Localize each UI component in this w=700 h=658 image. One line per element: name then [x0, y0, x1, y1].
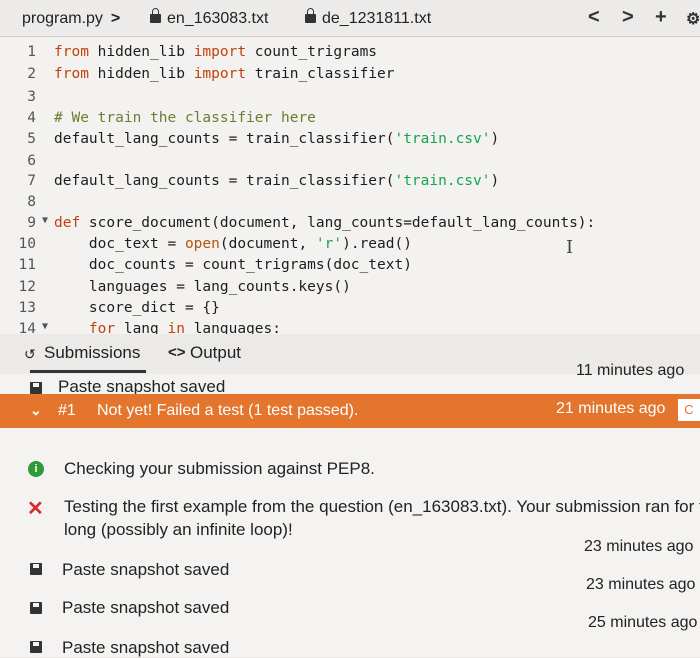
line-number: 12: [18, 279, 36, 295]
line-number: 4: [27, 110, 36, 126]
error-message-line: Testing the first example from the quest…: [64, 497, 700, 516]
lock-icon: [305, 8, 316, 23]
gear-icon[interactable]: ⚙: [686, 9, 700, 29]
chevron-right-icon: >: [110, 10, 121, 27]
tab-program-py[interactable]: program.py >: [22, 10, 120, 28]
code-line: score_dict = {}: [54, 300, 220, 316]
code-line: languages = lang_counts.keys(): [54, 279, 351, 295]
pep8-check-message: Checking your submission against PEP8.: [64, 459, 375, 478]
snapshot-time: 23 minutes ago: [584, 538, 694, 555]
line-number: 13: [18, 300, 36, 316]
tab-output[interactable]: Output: [190, 343, 241, 363]
history-icon: ↺: [24, 346, 36, 362]
lock-icon: [150, 8, 161, 23]
next-tab-button[interactable]: >: [622, 6, 634, 29]
code-line: default_lang_counts = train_classifier('…: [54, 131, 500, 147]
line-number: 10: [18, 236, 36, 252]
line-number: 14 ▼: [18, 321, 48, 334]
code-line: from hidden_lib import count_trigrams: [54, 44, 378, 60]
add-tab-button[interactable]: +: [655, 6, 667, 29]
line-number: 9 ▼: [27, 215, 48, 231]
submission-status: Not yet! Failed a test (1 test passed).: [97, 402, 359, 419]
snapshot-label: Paste snapshot saved: [62, 598, 230, 617]
line-number: 6: [27, 153, 36, 169]
info-icon: i: [28, 461, 44, 477]
line-number: 11: [18, 257, 36, 273]
line-number: 7: [27, 173, 36, 189]
tab-label: program.py: [22, 10, 103, 27]
code-line: doc_counts = count_trigrams(doc_text): [54, 257, 412, 273]
tab-label: de_1231811.txt: [322, 10, 432, 27]
save-icon: [30, 602, 42, 614]
submission-id: #1: [58, 402, 76, 419]
snapshot-time: 25 minutes ago: [588, 614, 698, 631]
code-line: default_lang_counts = train_classifier('…: [54, 173, 500, 189]
code-line: from hidden_lib import train_classifier: [54, 66, 395, 82]
line-number: 1: [27, 44, 36, 60]
copy-button[interactable]: C: [678, 399, 700, 421]
code-line: for lang in languages:: [54, 321, 281, 334]
save-icon: [30, 382, 42, 394]
file-tab-bar: program.py > en_163083.txt de_1231811.txt…: [0, 0, 700, 37]
tab-en-file[interactable]: en_163083.txt: [150, 8, 269, 28]
error-message-line: long (possibly an infinite loop)!: [64, 520, 293, 539]
chevron-down-icon: ⌄: [30, 402, 42, 418]
text-cursor-icon: I: [566, 237, 574, 258]
code-editor[interactable]: 1 2 3 4 5 6 7 8 9 ▼ 10 11 12 13 14 ▼ from …: [0, 37, 700, 334]
snapshot-label: Paste snapshot saved: [62, 638, 230, 657]
line-number: 8: [27, 194, 36, 210]
save-icon: [30, 641, 42, 653]
line-number: 2: [27, 66, 36, 82]
snapshot-label: Paste snapshot saved: [62, 560, 230, 579]
snapshot-time: 23 minutes ago: [586, 576, 696, 593]
code-line: doc_text = open(document, 'r').read(): [54, 236, 412, 252]
code-line: def score_document(document, lang_counts…: [54, 215, 596, 231]
snapshot-time: 11 minutes ago: [576, 362, 685, 379]
fold-arrow-icon[interactable]: ▼: [42, 321, 48, 332]
prev-tab-button[interactable]: <: [588, 6, 600, 29]
line-number: 3: [27, 89, 36, 105]
close-icon: ✕: [27, 498, 44, 520]
fold-arrow-icon[interactable]: ▼: [42, 215, 48, 226]
save-icon: [30, 563, 42, 575]
tab-de-file[interactable]: de_1231811.txt: [305, 8, 432, 28]
line-number: 5: [27, 131, 36, 147]
tab-label: en_163083.txt: [167, 10, 269, 27]
code-brackets-icon: <>: [168, 344, 186, 361]
tab-submissions[interactable]: Submissions: [29, 343, 147, 373]
failed-submission-row[interactable]: ⌄ #1 Not yet! Failed a test (1 test pass…: [0, 394, 700, 428]
code-comment: # We train the classifier here: [54, 110, 316, 126]
submission-time: 21 minutes ago: [556, 400, 666, 417]
